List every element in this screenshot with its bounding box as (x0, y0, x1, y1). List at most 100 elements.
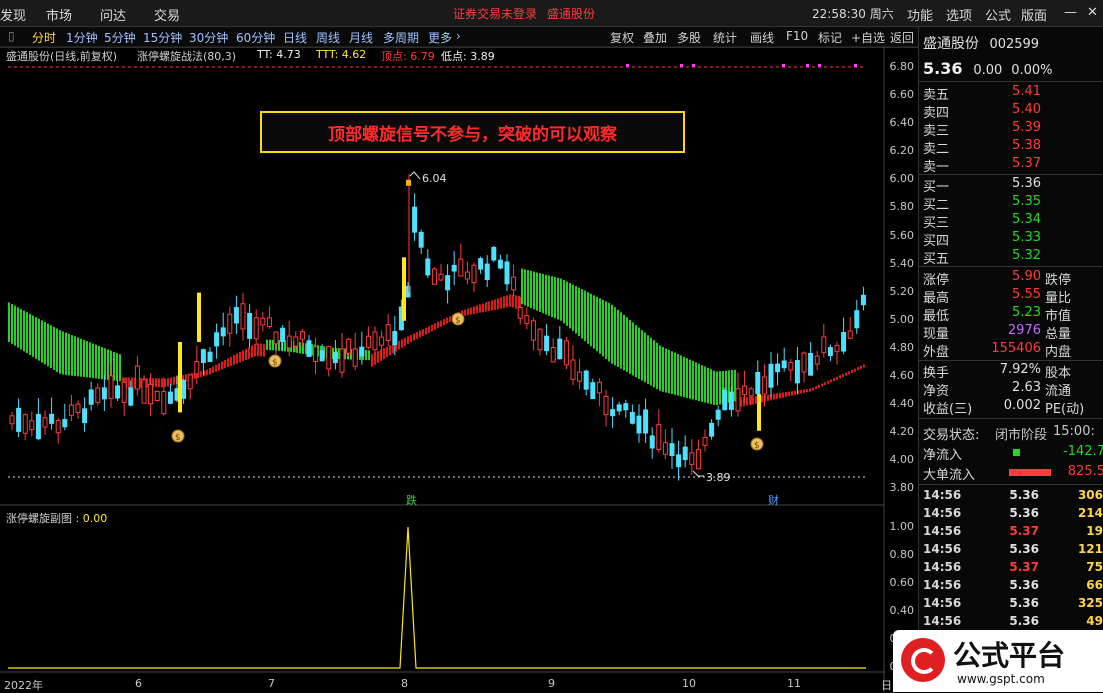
ribbon-bar (599, 298, 601, 353)
candle-body (465, 272, 469, 279)
menu-options[interactable]: 选项 (946, 5, 972, 24)
candle-body (597, 382, 601, 393)
subchart-title[interactable]: 涨停螺旋副图 (6, 512, 72, 525)
stat-row: 涨停 5.90 跌停 (923, 269, 1103, 287)
candle-body (122, 382, 126, 402)
ribbon-bar (215, 365, 217, 372)
candle-body (83, 409, 87, 423)
candle-body (215, 333, 219, 346)
ribbon-bar (704, 366, 706, 402)
ribbon-bar (221, 362, 223, 370)
low-pointer (693, 471, 704, 476)
candle-body (182, 380, 186, 398)
candle-body (571, 360, 575, 379)
ribbon-bar (371, 354, 373, 367)
candle-body (168, 392, 172, 403)
bid-2-row[interactable]: 买二 5.35 (923, 194, 1103, 212)
ribbon-bar (617, 310, 619, 367)
ribbon-bar (20, 309, 22, 349)
ribbon-bar (830, 379, 832, 382)
ribbon-bar (572, 285, 574, 331)
y-tick: 6.80 (884, 60, 914, 73)
ribbon-bar (836, 377, 838, 380)
bid-5-row[interactable]: 买五 5.32 (923, 248, 1103, 266)
ribbon-bar (788, 392, 790, 397)
ribbon-bar (716, 371, 718, 405)
candle-body (485, 264, 489, 279)
ribbon-bar (575, 286, 577, 333)
candle-body (155, 391, 159, 400)
sub-chart (8, 527, 866, 668)
signal-line (8, 527, 866, 668)
candle-body (663, 443, 667, 454)
candle-body (670, 444, 674, 456)
ask-4-row[interactable]: 卖四 5.40 (923, 102, 1103, 120)
net-inflow-row: 净流入 -142.7 (923, 444, 1103, 462)
candle-body (281, 328, 285, 341)
candle-body (584, 371, 588, 389)
y-tick: 1.00 (884, 520, 914, 533)
money-bag-symbol: $ (272, 358, 278, 368)
ribbon-bar (404, 338, 406, 346)
candle-body (578, 372, 582, 381)
tick-row: 14:56 5.36 66 (923, 578, 1103, 596)
signal-dot (626, 64, 629, 67)
ribbon-bar (365, 350, 367, 360)
ribbon-bar (368, 350, 370, 360)
ribbon-bar (392, 344, 394, 354)
x-tick: 6 (135, 677, 142, 690)
ribbon-bar (662, 347, 664, 392)
ribbon-bar (656, 343, 658, 389)
ribbon-bar (98, 346, 100, 379)
ask-2-row[interactable]: 卖二 5.38 (923, 138, 1103, 156)
ribbon-bar (65, 333, 67, 375)
candle-body (538, 329, 542, 350)
ribbon-bar (260, 344, 262, 357)
ribbon-bar (434, 323, 436, 329)
ribbon-bar (542, 274, 544, 313)
ribbon-bar (653, 340, 655, 387)
bid-3-row[interactable]: 买三 5.34 (923, 212, 1103, 230)
menu-formula[interactable]: 公式 (985, 5, 1011, 24)
ribbon-bar (167, 378, 169, 386)
candle-body (333, 352, 337, 362)
ribbon-bar (14, 306, 16, 346)
ribbon-bar (530, 271, 532, 308)
ask-1-row[interactable]: 卖一 5.37 (923, 156, 1103, 174)
ribbon-bar (8, 302, 10, 341)
candle-body (23, 415, 27, 434)
ribbon-bar (587, 292, 589, 343)
y-tick: 6.20 (884, 144, 914, 157)
candle-body (644, 410, 648, 433)
candle-body (710, 423, 714, 436)
ribbon-bar (473, 307, 475, 314)
ask-3-row[interactable]: 卖三 5.39 (923, 120, 1103, 138)
ask-5-row[interactable]: 卖五 5.41 (923, 84, 1103, 102)
ribbon-bar (107, 349, 109, 379)
ribbon-bar (521, 269, 523, 305)
price-row: 5.36 0.00 0.00% (923, 59, 1053, 78)
minimize-icon[interactable]: — (1064, 5, 1077, 20)
ribbon-bar (89, 342, 91, 378)
candle-body (234, 308, 238, 323)
kline-chart[interactable]: $ $ $ $ (0, 0, 918, 692)
ribbon-bar (614, 307, 616, 365)
stock-name-row: 盛通股份 002599 (923, 33, 1039, 53)
trade-status-row: 交易状态: 闭市阶段 15:00: (923, 424, 1103, 442)
close-icon[interactable]: ✕ (1087, 5, 1098, 20)
ribbon-bar (647, 335, 649, 384)
stock-name: 盛通股份 (923, 36, 979, 52)
brand-logo: 公式平台 www.gspt.com (893, 630, 1103, 692)
candle-body (380, 337, 384, 345)
bid-1-row[interactable]: 买一 5.36 (923, 176, 1103, 194)
candle-body (446, 276, 450, 290)
ribbon-bar (707, 368, 709, 403)
ribbon-bar (605, 301, 607, 359)
y-tick: 4.20 (884, 425, 914, 438)
signal-bar (402, 257, 406, 320)
y-tick: 4.60 (884, 369, 914, 382)
bid-4-row[interactable]: 买四 5.33 (923, 230, 1103, 248)
candle-body (248, 314, 252, 339)
menu-layout[interactable]: 版面 (1021, 5, 1047, 24)
ribbon-bar (560, 279, 562, 321)
